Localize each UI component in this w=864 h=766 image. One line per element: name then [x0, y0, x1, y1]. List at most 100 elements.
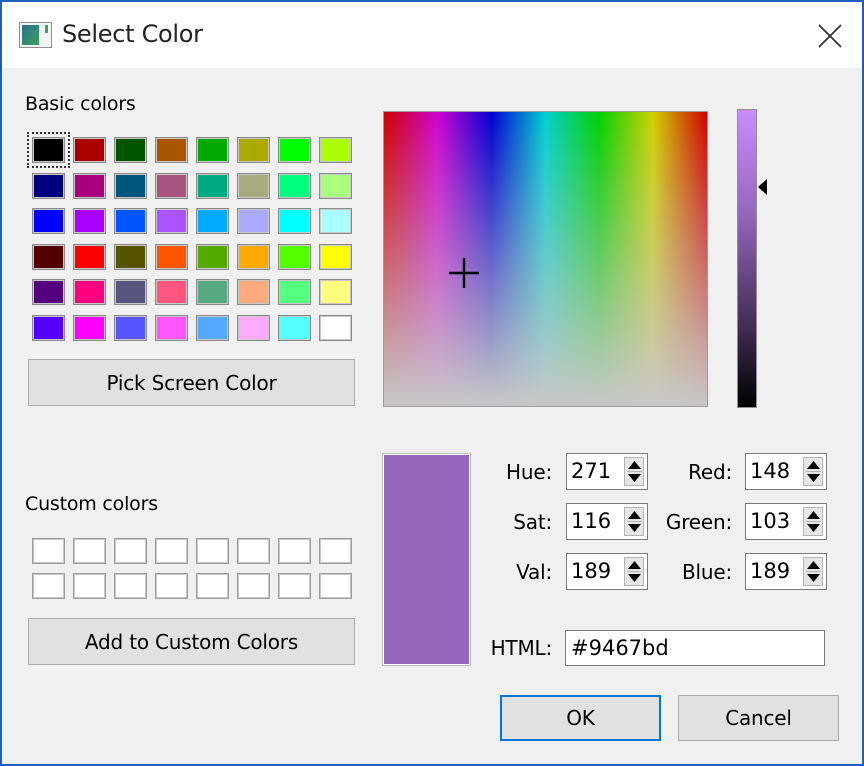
window-title: Select Color — [62, 20, 203, 48]
spin-arrows[interactable] — [624, 507, 644, 536]
saturation-gradient — [384, 112, 707, 406]
basic-color-swatch[interactable] — [237, 173, 270, 199]
basic-color-swatch[interactable] — [196, 244, 229, 270]
basic-color-swatch[interactable] — [114, 208, 147, 234]
spin-arrows[interactable] — [803, 507, 823, 536]
spin-arrows[interactable] — [624, 457, 644, 486]
custom-color-swatch[interactable] — [114, 538, 147, 564]
blue-spinbox[interactable]: 189 — [745, 553, 827, 590]
basic-color-swatch[interactable] — [32, 279, 65, 305]
basic-color-swatch[interactable] — [319, 279, 352, 305]
basic-color-swatch[interactable] — [73, 137, 106, 163]
basic-color-swatch[interactable] — [196, 173, 229, 199]
custom-color-swatch[interactable] — [196, 573, 229, 599]
custom-color-swatch[interactable] — [278, 538, 311, 564]
basic-color-swatch[interactable] — [73, 315, 106, 341]
basic-color-swatch[interactable] — [278, 208, 311, 234]
basic-color-swatch[interactable] — [278, 137, 311, 163]
basic-color-swatch[interactable] — [27, 132, 70, 168]
basic-color-swatch[interactable] — [319, 173, 352, 199]
basic-color-swatch[interactable] — [237, 137, 270, 163]
basic-color-swatch[interactable] — [114, 173, 147, 199]
basic-color-swatch[interactable] — [114, 279, 147, 305]
custom-color-swatch[interactable] — [278, 573, 311, 599]
custom-color-swatch[interactable] — [319, 573, 352, 599]
custom-color-swatch[interactable] — [319, 538, 352, 564]
basic-color-swatch[interactable] — [73, 244, 106, 270]
basic-color-swatch[interactable] — [196, 208, 229, 234]
basic-color-swatch[interactable] — [73, 208, 106, 234]
basic-colors-label: Basic colors — [25, 93, 136, 115]
value-slider-handle-icon[interactable] — [758, 179, 768, 195]
spin-up-down-icon — [627, 461, 642, 482]
basic-color-swatch[interactable] — [237, 279, 270, 305]
custom-color-swatch[interactable] — [237, 538, 270, 564]
spin-arrows[interactable] — [803, 457, 823, 486]
pick-screen-color-button[interactable]: Pick Screen Color — [28, 359, 355, 406]
custom-color-swatch[interactable] — [32, 573, 65, 599]
basic-color-swatch[interactable] — [237, 244, 270, 270]
basic-color-swatch[interactable] — [32, 208, 65, 234]
basic-color-swatch[interactable] — [155, 208, 188, 234]
red-label: Red: — [688, 460, 732, 484]
sat-label: Sat: — [513, 510, 552, 534]
basic-color-swatch[interactable] — [237, 315, 270, 341]
hue-label: Hue: — [506, 460, 552, 484]
basic-color-swatch[interactable] — [278, 244, 311, 270]
basic-color-swatch[interactable] — [237, 208, 270, 234]
val-spinbox[interactable]: 189 — [566, 553, 648, 590]
red-spinbox[interactable]: 148 — [745, 453, 827, 490]
basic-color-swatch[interactable] — [319, 137, 352, 163]
title-bar: Select Color — [2, 2, 862, 68]
spin-up-down-icon — [806, 561, 821, 582]
ok-button[interactable]: OK — [500, 695, 661, 741]
custom-color-swatch[interactable] — [196, 538, 229, 564]
basic-color-swatch[interactable] — [73, 279, 106, 305]
basic-color-swatch[interactable] — [319, 315, 352, 341]
spin-arrows[interactable] — [624, 557, 644, 586]
val-value: 189 — [571, 559, 612, 583]
basic-color-swatch[interactable] — [155, 315, 188, 341]
crosshair-icon[interactable] — [448, 257, 480, 289]
basic-color-swatch[interactable] — [32, 173, 65, 199]
basic-color-swatch[interactable] — [278, 173, 311, 199]
hue-spinbox[interactable]: 271 — [566, 453, 648, 490]
custom-color-swatch[interactable] — [237, 573, 270, 599]
basic-color-swatch[interactable] — [32, 244, 65, 270]
basic-color-swatch[interactable] — [319, 208, 352, 234]
basic-color-swatch[interactable] — [114, 137, 147, 163]
basic-color-swatch[interactable] — [32, 315, 65, 341]
custom-color-swatch[interactable] — [114, 573, 147, 599]
color-preview — [382, 453, 471, 666]
basic-color-swatch[interactable] — [155, 137, 188, 163]
basic-color-swatch[interactable] — [319, 244, 352, 270]
sat-spinbox[interactable]: 116 — [566, 503, 648, 540]
basic-color-swatch[interactable] — [278, 315, 311, 341]
app-icon — [19, 22, 52, 48]
add-to-custom-colors-button[interactable]: Add to Custom Colors — [28, 618, 355, 665]
custom-color-swatch[interactable] — [73, 538, 106, 564]
basic-color-swatch[interactable] — [73, 173, 106, 199]
custom-color-swatch[interactable] — [155, 573, 188, 599]
blue-value: 189 — [750, 559, 791, 583]
select-color-dialog: Select Color Basic colors Pick Screen Co… — [0, 0, 864, 766]
custom-color-swatch[interactable] — [73, 573, 106, 599]
basic-color-swatch[interactable] — [155, 279, 188, 305]
custom-color-swatch[interactable] — [32, 538, 65, 564]
basic-color-swatch[interactable] — [278, 279, 311, 305]
hue-saturation-picker[interactable] — [383, 111, 708, 407]
basic-color-swatch[interactable] — [196, 279, 229, 305]
spin-arrows[interactable] — [803, 557, 823, 586]
html-color-input[interactable] — [565, 630, 825, 666]
basic-color-swatch[interactable] — [196, 315, 229, 341]
basic-color-swatch[interactable] — [155, 173, 188, 199]
basic-color-swatch[interactable] — [155, 244, 188, 270]
value-slider[interactable] — [737, 109, 757, 408]
basic-color-swatch[interactable] — [114, 315, 147, 341]
cancel-button[interactable]: Cancel — [678, 695, 839, 741]
close-button[interactable] — [798, 2, 862, 68]
custom-color-swatch[interactable] — [155, 538, 188, 564]
green-spinbox[interactable]: 103 — [745, 503, 827, 540]
basic-color-swatch[interactable] — [196, 137, 229, 163]
basic-color-swatch[interactable] — [114, 244, 147, 270]
